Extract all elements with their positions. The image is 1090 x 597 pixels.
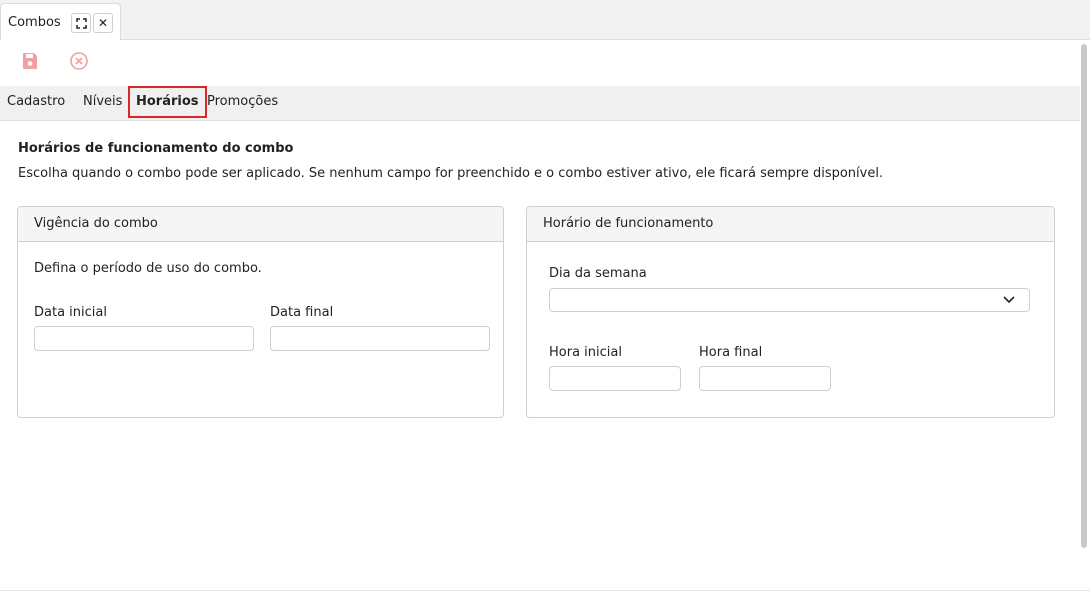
window-tab-strip: Combos ✕ <box>0 0 1090 40</box>
maximize-icon[interactable] <box>71 13 91 33</box>
end-date-label: Data final <box>270 305 334 320</box>
toolbar <box>0 44 1080 80</box>
start-time-input[interactable] <box>549 366 681 391</box>
combos-window: Combos ✕ Cadastro Níveis Horários Promoç… <box>0 0 1090 597</box>
weekday-label: Dia da semana <box>549 266 647 281</box>
weekday-select[interactable] <box>549 288 1030 312</box>
tab-promocoes[interactable]: Promoções <box>207 88 278 120</box>
save-icon[interactable] <box>19 50 41 72</box>
end-date-input[interactable] <box>270 326 490 351</box>
start-date-input[interactable] <box>34 326 254 351</box>
vigencia-panel-title: Vigência do combo <box>18 207 503 242</box>
end-time-label: Hora final <box>699 345 763 360</box>
horario-panel-title: Horário de funcionamento <box>527 207 1054 242</box>
start-time-label: Hora inicial <box>549 345 622 360</box>
vigencia-panel: Vigência do combo Defina o período de us… <box>17 206 504 418</box>
window-tab-combos[interactable]: Combos ✕ <box>0 3 121 40</box>
page-description: Escolha quando o combo pode ser aplicado… <box>18 166 884 181</box>
bottom-divider <box>0 590 1090 591</box>
tab-cadastro[interactable]: Cadastro <box>7 88 65 120</box>
vertical-scrollbar[interactable] <box>1081 44 1087 548</box>
end-time-input[interactable] <box>699 366 831 391</box>
tab-niveis[interactable]: Níveis <box>83 88 122 120</box>
section-tabs: Cadastro Níveis Horários Promoções <box>0 86 1080 121</box>
horario-panel: Horário de funcionamento Dia da semana H… <box>526 206 1055 418</box>
cancel-icon[interactable] <box>68 50 90 72</box>
page-title: Horários de funcionamento do combo <box>18 141 294 156</box>
chevron-down-icon <box>1003 296 1015 304</box>
vigencia-help-text: Defina o período de uso do combo. <box>34 261 262 276</box>
close-icon[interactable]: ✕ <box>93 13 113 33</box>
tab-horarios[interactable]: Horários <box>128 86 207 118</box>
window-tab-title: Combos <box>8 15 61 30</box>
start-date-label: Data inicial <box>34 305 107 320</box>
